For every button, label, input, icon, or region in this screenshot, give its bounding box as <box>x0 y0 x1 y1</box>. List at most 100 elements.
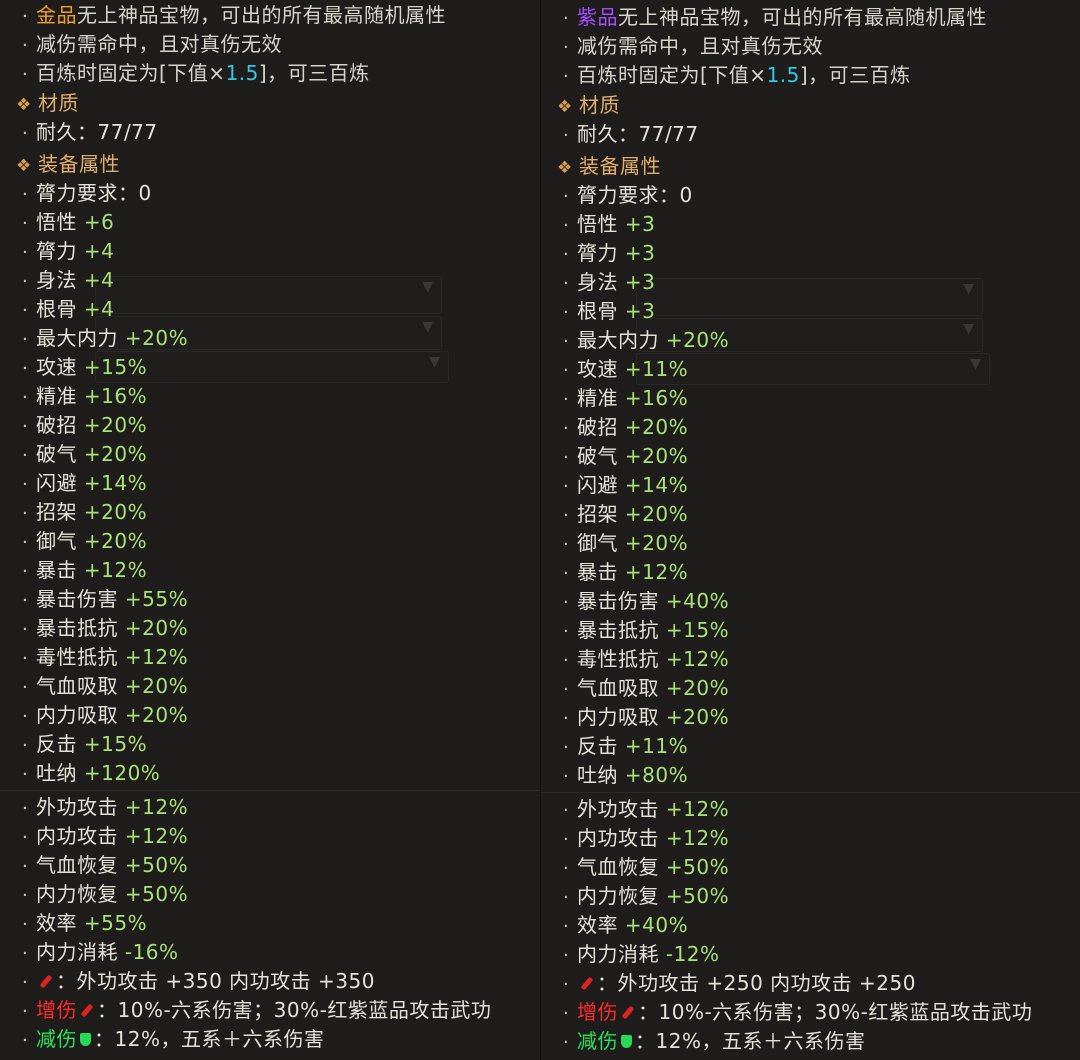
intro-line: · 百炼时固定为[下值×1.5]，可三百炼 <box>22 59 370 88</box>
attribute-row: · 暴击伤害 +55% <box>22 585 188 614</box>
bullet-dot: · <box>22 764 29 785</box>
bullet-dot: · <box>563 679 570 700</box>
intro-line: · 金品无上神品宝物，可出的所有最高随机属性 <box>22 1 446 30</box>
bullet-dot: · <box>563 945 570 966</box>
bullet-dot: · <box>563 1003 570 1024</box>
ghost-dropdown: ▼ <box>95 351 449 383</box>
attribute-value: +20% <box>624 415 689 439</box>
attribute-value: +50% <box>124 853 189 877</box>
attribute-value: +12% <box>124 824 189 848</box>
attribute-value: +12% <box>665 826 730 850</box>
weapon-bonus-text: ：外功攻击 +350 内功攻击 +350 <box>56 969 375 993</box>
bullet-dot: · <box>22 619 29 640</box>
bullet-dot: · <box>22 706 29 727</box>
bullet-dot: · <box>563 829 570 850</box>
attribute-row: · 暴击抵抗 +15% <box>563 616 729 645</box>
attribute-name: 暴击 <box>577 560 618 584</box>
ghost-dropdown: ▼ <box>636 278 983 316</box>
bullet-dot: · <box>563 447 570 468</box>
bullet-dot: · <box>22 735 29 756</box>
damage-down-label: 减伤 <box>577 1029 618 1053</box>
attribute-row: · 效率 +40% <box>563 911 688 940</box>
intro-text: 无上神品宝物，可出的所有最高随机属性 <box>77 3 446 27</box>
tooltip-left: ▼ ▼ ▼ · 金品无上神品宝物，可出的所有最高随机属性 · 减伤需命中，且对真伤无效… <box>0 0 541 1060</box>
bullet-dot: · <box>22 914 29 935</box>
attribute-row: · 闪避 +14% <box>563 471 688 500</box>
attribute-name: 暴击抵抗 <box>577 618 659 642</box>
attribute-row: · 气血吸取 +20% <box>22 672 188 701</box>
attribute-row: · 暴击 +12% <box>22 556 147 585</box>
multiplier-value: 1.5 <box>766 63 800 87</box>
attribute-value: +4 <box>83 297 115 321</box>
attribute-name: 闪避 <box>577 473 618 497</box>
attribute-name: 效率 <box>577 913 618 937</box>
attribute-name: 暴击伤害 <box>577 589 659 613</box>
bullet-dot: · <box>22 213 29 234</box>
damage-down-text: ：12%，五系＋六系伤害 <box>635 1029 866 1053</box>
bullet-dot: · <box>563 418 570 439</box>
attribute-value: -16% <box>124 940 179 964</box>
bullet-dot: · <box>22 358 29 379</box>
damage-up-label: 增伤 <box>36 998 77 1022</box>
attribute-name: 气血恢复 <box>36 853 118 877</box>
diamond-ornament-icon: ❖ <box>557 97 573 117</box>
bullet-dot: · <box>563 186 570 207</box>
shield-icon <box>80 1032 91 1046</box>
attribute-name: 招架 <box>36 500 77 524</box>
bullet-dot: · <box>563 505 570 526</box>
section-separator <box>0 790 540 791</box>
attribute-name: 气血恢复 <box>577 855 659 879</box>
attribute-row: · 内力吸取 +20% <box>563 703 729 732</box>
attribute-name: 破招 <box>577 415 618 439</box>
bullet-dot: · <box>563 215 570 236</box>
attribute-name: 气血吸取 <box>577 676 659 700</box>
intro-text: 无上神品宝物，可出的所有最高随机属性 <box>618 5 987 29</box>
attribute-value: +11% <box>624 357 689 381</box>
attribute-name: 毒性抵抗 <box>577 647 659 671</box>
heading-text: 装备属性 <box>579 154 661 178</box>
attribute-row: · 内功攻击 +12% <box>563 824 729 853</box>
attribute-row: · 破气 +20% <box>563 442 688 471</box>
bullet-dot: · <box>563 360 570 381</box>
bullet-dot: · <box>563 916 570 937</box>
bullet-dot: · <box>22 1001 29 1022</box>
attribute-name: 暴击伤害 <box>36 587 118 611</box>
attribute-name: 精准 <box>577 386 618 410</box>
attribute-value: +20% <box>665 328 730 352</box>
bullet-dot: · <box>22 648 29 669</box>
tooltip-comparison: ▼ ▼ ▼ · 金品无上神品宝物，可出的所有最高随机属性 · 减伤需命中，且对真伤无效… <box>0 0 1080 1060</box>
attribute-name: 悟性 <box>36 210 77 234</box>
bullet-dot: · <box>563 974 570 995</box>
attribute-row: · 内力消耗 -12% <box>563 940 720 969</box>
attribute-name: 破气 <box>577 444 618 468</box>
attribute-row: · 精准 +16% <box>22 382 147 411</box>
bullet-dot: · <box>22 329 29 350</box>
attribute-value: +20% <box>83 529 148 553</box>
attribute-value: +50% <box>665 884 730 908</box>
attribute-row: · 御气 +20% <box>563 529 688 558</box>
sword-icon <box>39 974 53 988</box>
attribute-name: 根骨 <box>36 297 77 321</box>
bullet-dot: · <box>22 1030 29 1051</box>
attribute-value: +12% <box>83 558 148 582</box>
attribute-row: · 膂力 +3 <box>563 239 655 268</box>
attribute-name: 身法 <box>577 270 618 294</box>
damage-up: · 增伤 ：10%-六系伤害；30%-红紫蓝品攻击武功 <box>22 996 491 1025</box>
bullet-dot: · <box>563 125 570 146</box>
attribute-name: 吐纳 <box>36 761 77 785</box>
attribute-value: +50% <box>665 855 730 879</box>
heading-text: 装备属性 <box>38 152 120 176</box>
attribute-row: · 暴击 +12% <box>563 558 688 587</box>
intro-text: ]，可三百炼 <box>799 63 911 87</box>
diamond-ornament-icon: ❖ <box>557 158 573 178</box>
attribute-row: · 破招 +20% <box>563 413 688 442</box>
requirement-text: 膂力要求：0 <box>577 183 693 207</box>
bullet-dot: · <box>22 798 29 819</box>
attribute-name: 身法 <box>36 268 77 292</box>
durability-text: 耐久：77/77 <box>577 122 699 146</box>
attribute-row: · 破招 +20% <box>22 411 147 440</box>
damage-down-text: ：12%，五系＋六系伤害 <box>94 1027 325 1051</box>
intro-text: 减伤需命中，且对真伤无效 <box>577 34 823 58</box>
attribute-row: · 反击 +11% <box>563 732 688 761</box>
attribute-value: +40% <box>624 913 689 937</box>
